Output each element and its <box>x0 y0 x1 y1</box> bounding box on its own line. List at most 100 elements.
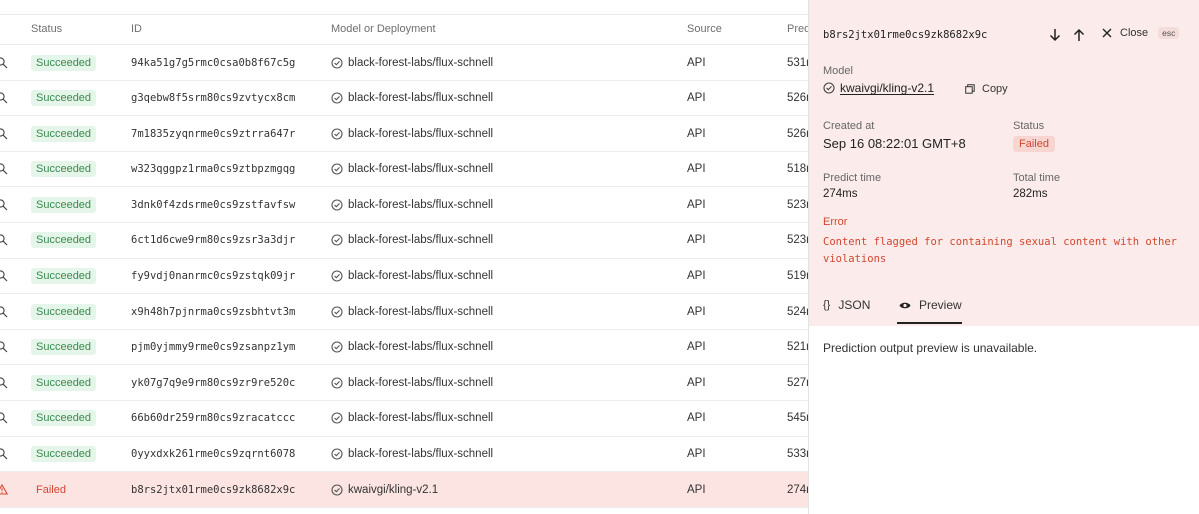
row-prediction-id[interactable]: 66b60dr259rm80cs9zracatccc <box>131 401 295 436</box>
row-model[interactable]: black-forest-labs/flux-schnell <box>331 401 493 436</box>
status-badge: Succeeded <box>31 374 97 391</box>
row-prediction-id[interactable]: w323qggpz1rma0cs9ztbpzmgqg <box>131 152 295 187</box>
row-prediction-id[interactable]: pjm0yjmmy9rme0cs9zsanpz1ym <box>131 330 295 365</box>
row-model-name: black-forest-labs/flux-schnell <box>348 198 494 211</box>
table-row[interactable]: Failed b8rs2jtx01rme0cs9zk8682x9c kwaivgi/… <box>0 472 808 508</box>
table-row[interactable]: Succeeded pjm0yjmmy9rme0cs9zsanpz1ym black… <box>0 330 808 366</box>
status-badge: Succeeded <box>31 268 97 285</box>
copy-button[interactable]: Copy <box>965 83 1008 95</box>
row-status-cell: Succeeded <box>31 401 97 436</box>
row-model-name: black-forest-labs/flux-schnell <box>348 305 494 318</box>
row-model[interactable]: black-forest-labs/flux-schnell <box>331 45 493 80</box>
table-row[interactable]: Succeeded 7m1835zyqnrme0cs9ztrra647r black… <box>0 116 808 152</box>
row-status-cell: Succeeded <box>31 152 97 187</box>
row-model[interactable]: black-forest-labs/flux-schnell <box>331 116 493 151</box>
search-icon[interactable] <box>0 448 8 460</box>
table-header: Status ID Model or Deployment Source Pre… <box>0 15 808 45</box>
search-icon[interactable] <box>0 306 8 318</box>
row-prediction-id[interactable]: x9h48h7pjnrma0cs9zsbhtvt3m <box>131 294 295 329</box>
table-row[interactable]: Succeeded x9h48h7pjnrma0cs9zsbhtvt3m black… <box>0 294 808 330</box>
row-model[interactable]: black-forest-labs/flux-schnell <box>331 437 493 472</box>
preview-message: Prediction output preview is unavailable… <box>823 341 1038 355</box>
close-button[interactable]: Close esc <box>1102 27 1180 39</box>
row-model-name: black-forest-labs/flux-schnell <box>348 163 494 176</box>
search-icon[interactable] <box>0 56 8 69</box>
row-model[interactable]: black-forest-labs/flux-schnell <box>331 330 493 365</box>
table-row[interactable]: Succeeded 6ct1d6cwe9rm80cs9zsr3a3djr black… <box>0 223 808 259</box>
row-source: API <box>687 198 706 211</box>
eye-icon <box>899 302 911 308</box>
row-model[interactable]: black-forest-labs/flux-schnell <box>331 187 493 222</box>
model-link[interactable]: kwaivgi/kling-v2.1 <box>823 81 934 95</box>
row-model[interactable]: black-forest-labs/flux-schnell <box>331 294 493 329</box>
row-prediction-id[interactable]: 7m1835zyqnrme0cs9ztrra647r <box>131 116 295 151</box>
row-model[interactable]: black-forest-labs/flux-schnell <box>331 81 493 116</box>
row-predict-time: 531r <box>787 56 808 69</box>
status-badge: Succeeded <box>31 339 97 356</box>
row-prediction-id[interactable]: 6ct1d6cwe9rm80cs9zsr3a3djr <box>131 223 295 258</box>
row-source: API <box>687 376 706 389</box>
header-id: ID <box>131 23 142 35</box>
search-icon[interactable] <box>0 412 8 424</box>
row-prediction-id[interactable]: yk07g7q9e9rm80cs9zr9re520c <box>131 365 295 400</box>
table-row[interactable]: Succeeded g3qebw8f5srm80cs9zvtycx8cm black… <box>0 81 808 117</box>
row-model-name: black-forest-labs/flux-schnell <box>348 270 494 283</box>
model-badge-icon <box>331 270 343 282</box>
row-model-name: kwaivgi/kling-v2.1 <box>348 483 439 496</box>
table-row[interactable]: Succeeded w323qggpz1rma0cs9ztbpzmgqg black… <box>0 152 808 188</box>
search-icon[interactable] <box>0 199 8 211</box>
row-prediction-id[interactable]: 94ka51g7g5rmc0csa0b8f67c5g <box>131 45 295 80</box>
status-badge: Succeeded <box>31 303 97 320</box>
arrow-up-icon[interactable] <box>1072 27 1086 43</box>
row-predict-time: 527r <box>787 376 808 389</box>
search-icon[interactable] <box>0 377 8 389</box>
search-icon[interactable] <box>0 163 8 175</box>
row-prediction-id[interactable]: g3qebw8f5srm80cs9zvtycx8cm <box>131 81 295 116</box>
search-icon[interactable] <box>0 92 8 104</box>
tab-preview[interactable]: Preview <box>899 298 962 312</box>
row-source: API <box>687 270 706 283</box>
row-predict-time: 523r <box>787 198 808 211</box>
row-icon-cell <box>0 187 10 222</box>
table-row[interactable]: Succeeded yk07g7q9e9rm80cs9zr9re520c black… <box>0 365 808 401</box>
prediction-detail-panel: b8rs2jtx01rme0cs9zk8682x9c Close esc Mod… <box>808 0 1199 514</box>
row-icon-cell <box>0 294 10 329</box>
esc-key-hint: esc <box>1158 27 1180 39</box>
row-icon-cell <box>0 330 10 365</box>
model-badge-icon <box>331 377 343 389</box>
arrow-down-icon[interactable] <box>1048 27 1062 43</box>
search-icon[interactable] <box>0 234 8 246</box>
model-badge-icon <box>331 448 343 460</box>
tab-json[interactable]: {} JSON <box>823 298 870 312</box>
tab-json-label: JSON <box>838 298 871 312</box>
status-badge: Failed <box>1013 136 1055 152</box>
search-icon[interactable] <box>0 270 8 282</box>
row-prediction-id[interactable]: b8rs2jtx01rme0cs9zk8682x9c <box>131 472 295 507</box>
row-model[interactable]: black-forest-labs/flux-schnell <box>331 365 493 400</box>
row-model[interactable]: black-forest-labs/flux-schnell <box>331 152 493 187</box>
search-icon[interactable] <box>0 128 8 140</box>
row-prediction-id[interactable]: 0yyxdxk261rme0cs9zqrnt6078 <box>131 437 295 472</box>
row-prediction-id[interactable]: 3dnk0f4zdsrme0cs9zstfavfsw <box>131 187 295 222</box>
row-prediction-id[interactable]: fy9vdj0nanrmc0cs9zstqk09jr <box>131 259 295 294</box>
table-row[interactable]: Succeeded 3dnk0f4zdsrme0cs9zstfavfsw black… <box>0 187 808 223</box>
model-badge-icon <box>331 412 343 424</box>
row-icon-cell <box>0 259 10 294</box>
table-row[interactable]: Succeeded 66b60dr259rm80cs9zracatccc black… <box>0 401 808 437</box>
status-badge: Succeeded <box>31 161 97 178</box>
status-label: Status <box>1013 120 1045 132</box>
search-icon[interactable] <box>0 341 8 353</box>
row-model-name: black-forest-labs/flux-schnell <box>348 56 494 69</box>
model-badge-icon <box>331 56 343 69</box>
table-row[interactable]: Succeeded 94ka51g7g5rmc0csa0b8f67c5g black… <box>0 45 808 81</box>
row-model[interactable]: black-forest-labs/flux-schnell <box>331 259 493 294</box>
row-predict-time: 274r <box>787 483 808 496</box>
table-row[interactable]: Succeeded 0yyxdxk261rme0cs9zqrnt6078 black… <box>0 437 808 473</box>
row-model[interactable]: kwaivgi/kling-v2.1 <box>331 472 438 507</box>
row-model[interactable]: black-forest-labs/flux-schnell <box>331 223 493 258</box>
row-predict-time: 524r <box>787 305 808 318</box>
model-badge-icon <box>331 92 343 104</box>
status-badge: Succeeded <box>31 410 97 427</box>
row-predict-time: 523r <box>787 234 808 247</box>
table-row[interactable]: Succeeded fy9vdj0nanrmc0cs9zstqk09jr black… <box>0 259 808 295</box>
